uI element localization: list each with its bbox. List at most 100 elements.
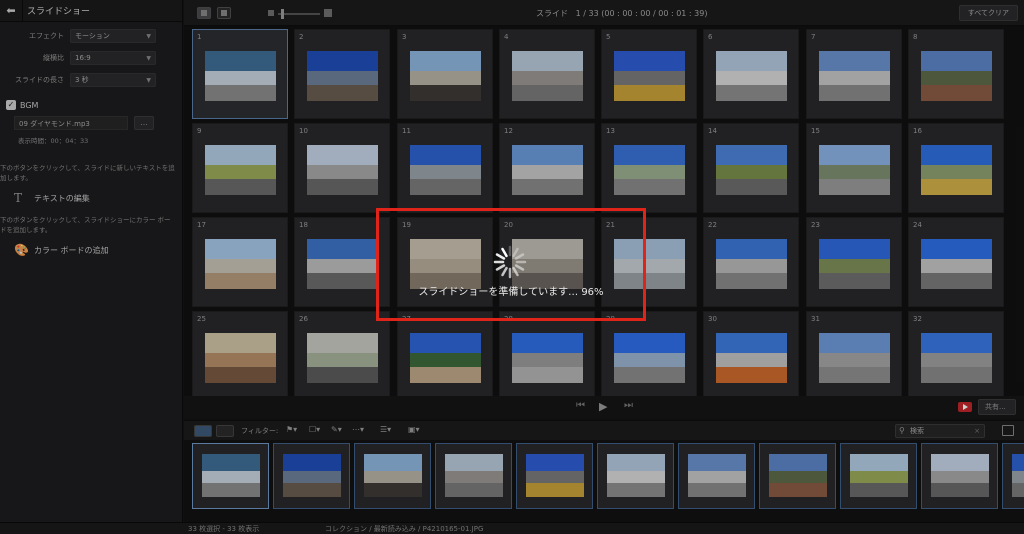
effect-value: モーション bbox=[75, 32, 110, 40]
bgm-file-field[interactable]: 09 ダイヤモンド.mp3 bbox=[14, 116, 128, 130]
slide-tile[interactable]: 13 bbox=[601, 123, 697, 213]
slide-tile[interactable]: 4 bbox=[499, 29, 595, 119]
filmstrip-thumb[interactable] bbox=[678, 443, 755, 509]
bgm-checkbox[interactable]: ✓ bbox=[6, 100, 16, 110]
grid-view-icon[interactable] bbox=[197, 7, 211, 19]
slide-tile[interactable]: 25 bbox=[192, 311, 288, 396]
slide-tile[interactable]: 16 bbox=[908, 123, 1004, 213]
filmstrip-image bbox=[850, 454, 908, 497]
filmstrip-thumb[interactable] bbox=[840, 443, 917, 509]
selection-count: 33 枚選択 - 33 枚表示 bbox=[188, 525, 260, 533]
slide-tile[interactable]: 26 bbox=[294, 311, 390, 396]
slide-thumbnail bbox=[921, 239, 992, 289]
help-text-add-board: 下のボタンをクリックして、スライドショーにカラー ボードを追加します。 bbox=[0, 216, 171, 234]
spinner-spoke bbox=[501, 247, 508, 258]
slide-tile[interactable]: 1 bbox=[192, 29, 288, 119]
slide-tile[interactable]: 9 bbox=[192, 123, 288, 213]
play-icon[interactable]: ▶ bbox=[599, 400, 607, 413]
slide-tile[interactable]: 27 bbox=[397, 311, 493, 396]
current-path: コレクション / 最新読み込み / P4210165-01.JPG bbox=[325, 525, 484, 533]
filmstrip-image bbox=[283, 454, 341, 497]
duration-select[interactable]: 3 秒 ▼ bbox=[70, 73, 156, 87]
display-time: 表示時間：00：04：33 bbox=[18, 137, 89, 145]
slide-tile[interactable]: 3 bbox=[397, 29, 493, 119]
search-input[interactable]: ⚲ 検索 × bbox=[895, 424, 985, 438]
clear-all-button[interactable]: すべてクリア bbox=[958, 5, 1018, 21]
slide-number: 4 bbox=[504, 33, 509, 41]
filmstrip-thumb[interactable] bbox=[1002, 443, 1024, 509]
status-bar: 33 枚選択 - 33 枚表示 コレクション / 最新読み込み / P42101… bbox=[0, 522, 1024, 534]
edit-text-button[interactable]: T テキストの編集 bbox=[14, 191, 182, 205]
spinner-spoke bbox=[501, 266, 508, 277]
slide-tile[interactable]: 7 bbox=[806, 29, 902, 119]
slide-tile[interactable]: 22 bbox=[703, 217, 799, 307]
filmstrip-thumb[interactable] bbox=[354, 443, 431, 509]
filmstrip-thumb[interactable] bbox=[759, 443, 836, 509]
clear-search-icon[interactable]: × bbox=[974, 425, 980, 437]
filmstrip-image bbox=[526, 454, 584, 497]
slide-thumbnail bbox=[512, 333, 583, 383]
spinner-spoke bbox=[514, 264, 525, 271]
flag-filter-icon[interactable]: ⚑▾ bbox=[286, 425, 297, 437]
slide-tile[interactable]: 32 bbox=[908, 311, 1004, 396]
slide-tile[interactable]: 31 bbox=[806, 311, 902, 396]
list-view-icon[interactable] bbox=[216, 425, 234, 437]
previous-icon[interactable]: ⏮ bbox=[576, 400, 585, 411]
spinner-spoke bbox=[495, 264, 506, 271]
filmstrip-thumb[interactable] bbox=[435, 443, 512, 509]
slide-tile[interactable]: 17 bbox=[192, 217, 288, 307]
slide-thumbnail bbox=[205, 51, 276, 101]
chevron-down-icon: ▼ bbox=[146, 32, 151, 40]
slide-number: 30 bbox=[708, 315, 717, 323]
slider-handle[interactable] bbox=[281, 9, 284, 19]
more-filter-icon[interactable]: ⋯▾ bbox=[352, 425, 364, 437]
slide-thumbnail bbox=[410, 51, 481, 101]
slide-number: 14 bbox=[708, 127, 717, 135]
slide-tile[interactable]: 29 bbox=[601, 311, 697, 396]
slide-tile[interactable]: 8 bbox=[908, 29, 1004, 119]
duration-value: 3 秒 bbox=[75, 76, 89, 84]
slide-tile[interactable]: 2 bbox=[294, 29, 390, 119]
single-view-icon[interactable] bbox=[217, 7, 231, 19]
slide-tile[interactable]: 15 bbox=[806, 123, 902, 213]
aspect-select[interactable]: 16:9 ▼ bbox=[70, 51, 156, 65]
slide-tile[interactable]: 30 bbox=[703, 311, 799, 396]
slide-tile[interactable]: 24 bbox=[908, 217, 1004, 307]
filmstrip-thumb[interactable] bbox=[597, 443, 674, 509]
slide-number: 22 bbox=[708, 221, 717, 229]
slide-tile[interactable]: 10 bbox=[294, 123, 390, 213]
filmstrip-image bbox=[1012, 454, 1024, 497]
sort-icon[interactable]: ☰▾ bbox=[380, 425, 391, 437]
effect-select[interactable]: モーション ▼ bbox=[70, 29, 156, 43]
add-color-board-button[interactable]: 🎨 カラー ボードの追加 bbox=[14, 243, 182, 257]
stack-icon[interactable]: ▣▾ bbox=[408, 425, 420, 437]
slide-tile[interactable]: 23 bbox=[806, 217, 902, 307]
share-button[interactable]: 共有... bbox=[978, 399, 1016, 415]
loading-status-text: スライドショーを準備しています… 96% bbox=[418, 287, 604, 298]
back-arrow-icon[interactable]: ⬅ bbox=[0, 4, 22, 17]
filmstrip-thumb[interactable] bbox=[921, 443, 998, 509]
filmstrip-view-icon[interactable] bbox=[194, 425, 212, 437]
help-text-add-text: 下のボタンをクリックして、スライドに新しいテキストを追加します。 bbox=[0, 164, 175, 182]
filmstrip-thumb[interactable] bbox=[516, 443, 593, 509]
slide-tile[interactable]: 28 bbox=[499, 311, 595, 396]
slide-tile[interactable]: 6 bbox=[703, 29, 799, 119]
filmstrip-thumb[interactable] bbox=[273, 443, 350, 509]
thumbnail-size-slider[interactable] bbox=[268, 9, 332, 19]
slide-number: 24 bbox=[913, 221, 922, 229]
spinner-spoke bbox=[514, 253, 525, 260]
slide-tile[interactable]: 14 bbox=[703, 123, 799, 213]
slide-number: 32 bbox=[913, 315, 922, 323]
youtube-icon[interactable] bbox=[958, 402, 972, 412]
edit-filter-icon[interactable]: ✎▾ bbox=[331, 425, 342, 437]
rating-filter-icon[interactable]: ☐▾ bbox=[309, 425, 320, 437]
next-icon[interactable]: ⏭ bbox=[624, 400, 633, 411]
slide-thumbnail bbox=[819, 51, 890, 101]
bgm-browse-button[interactable]: … bbox=[134, 116, 154, 130]
export-icon[interactable] bbox=[1002, 425, 1014, 436]
filmstrip-thumb[interactable] bbox=[192, 443, 269, 509]
slide-tile[interactable]: 5 bbox=[601, 29, 697, 119]
slide-tile[interactable]: 11 bbox=[397, 123, 493, 213]
slideshow-panel: ⬅ スライドショー エフェクト モーション ▼ 縦横比 16:9 ▼ スライドの長さ… bbox=[0, 0, 183, 522]
slide-tile[interactable]: 12 bbox=[499, 123, 595, 213]
